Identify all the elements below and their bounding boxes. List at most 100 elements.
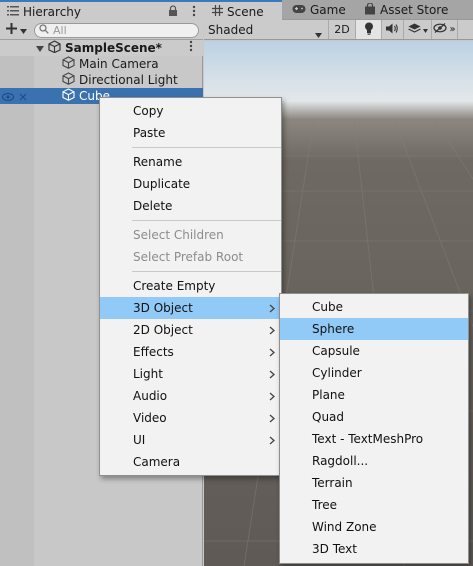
visibility-gutter bbox=[0, 40, 34, 566]
menu-label: Ragdoll... bbox=[312, 454, 369, 468]
menu-item-copy[interactable]: Copy bbox=[100, 100, 281, 122]
menu-label: Duplicate bbox=[133, 177, 191, 191]
lightbulb-icon bbox=[364, 22, 374, 38]
hierarchy-toolbar: All bbox=[0, 21, 203, 40]
list-icon bbox=[7, 5, 19, 19]
menu-item-select-prefab-root: Select Prefab Root bbox=[100, 246, 281, 268]
chevron-right-icon bbox=[269, 412, 275, 426]
submenu-item-terrain[interactable]: Terrain bbox=[280, 472, 468, 494]
menu-item-select-children: Select Children bbox=[100, 224, 281, 246]
scene-name: SampleScene* bbox=[65, 41, 162, 55]
menu-item-rename[interactable]: Rename bbox=[100, 151, 281, 173]
create-button[interactable] bbox=[0, 21, 34, 40]
shopping-bag-icon bbox=[364, 1, 376, 18]
menu-label: Camera bbox=[133, 455, 181, 469]
speaker-icon bbox=[386, 23, 399, 37]
chevron-right-icon bbox=[269, 346, 275, 360]
submenu-item-ragdoll[interactable]: Ragdoll... bbox=[280, 450, 468, 472]
menu-separator bbox=[100, 268, 281, 275]
chevron-right-icon bbox=[269, 390, 275, 404]
menu-label: Video bbox=[133, 411, 167, 425]
menu-label: Rename bbox=[133, 155, 183, 169]
plus-icon bbox=[6, 23, 17, 37]
menu-label: Delete bbox=[133, 199, 173, 213]
menu-label: UI bbox=[133, 433, 146, 447]
menu-label: Tree bbox=[312, 498, 338, 512]
menu-item-delete[interactable]: Delete bbox=[100, 195, 281, 217]
menu-item-video[interactable]: Video bbox=[100, 407, 281, 429]
menu-label: Audio bbox=[133, 389, 168, 403]
gameobject-cube-icon bbox=[62, 56, 75, 72]
menu-label: Effects bbox=[133, 345, 174, 359]
shading-mode-label: Shaded bbox=[208, 22, 254, 37]
dropdown-arrow-icon bbox=[20, 23, 27, 37]
hierarchy-item-main-camera[interactable]: Main Camera bbox=[0, 56, 203, 72]
submenu-item-capsule[interactable]: Capsule bbox=[280, 340, 468, 362]
hierarchy-item-directional-light[interactable]: Directional Light bbox=[0, 72, 203, 88]
submenu-item-cube[interactable]: Cube bbox=[280, 296, 468, 318]
menu-item-paste[interactable]: Paste bbox=[100, 122, 281, 144]
menu-label: Capsule bbox=[312, 344, 360, 358]
object-label: Main Camera bbox=[79, 57, 159, 71]
menu-item-effects[interactable]: Effects bbox=[100, 341, 281, 363]
search-placeholder: All bbox=[53, 23, 67, 37]
lighting-toggle-button[interactable] bbox=[356, 20, 382, 39]
submenu-item-sphere[interactable]: Sphere bbox=[280, 318, 468, 340]
object-label: Directional Light bbox=[79, 73, 178, 87]
tab-asset-store-label: Asset Store bbox=[380, 3, 449, 17]
tab-game-label: Game bbox=[310, 3, 346, 17]
hierarchy-tab-label: Hierarchy bbox=[23, 4, 82, 19]
tab-asset-store[interactable]: Asset Store bbox=[356, 0, 473, 20]
submenu-item-3d-text[interactable]: 3D Text bbox=[280, 538, 468, 560]
overflow-chevron-icon: » bbox=[449, 24, 456, 35]
submenu-item-plane[interactable]: Plane bbox=[280, 384, 468, 406]
menu-label: Plane bbox=[312, 388, 345, 402]
scene-kebab-icon[interactable] bbox=[189, 40, 193, 55]
submenu-item-quad[interactable]: Quad bbox=[280, 406, 468, 428]
submenu-item-textmeshpro[interactable]: Text - TextMeshPro bbox=[280, 428, 468, 450]
menu-item-create-empty[interactable]: Create Empty bbox=[100, 275, 281, 297]
submenu-item-cylinder[interactable]: Cylinder bbox=[280, 362, 468, 384]
menu-item-duplicate[interactable]: Duplicate bbox=[100, 173, 281, 195]
menu-label: Select Children bbox=[133, 228, 224, 242]
layers-icon bbox=[407, 23, 421, 37]
menu-item-ui[interactable]: UI bbox=[100, 429, 281, 451]
menu-separator bbox=[100, 144, 281, 151]
effects-toggle-button[interactable] bbox=[404, 20, 432, 39]
menu-item-2d-object[interactable]: 2D Object bbox=[100, 319, 281, 341]
eye-slash-icon bbox=[433, 23, 448, 36]
hidden-objects-toggle-button[interactable]: » bbox=[432, 20, 458, 39]
chevron-right-icon bbox=[269, 324, 275, 338]
shading-mode-dropdown[interactable]: Shaded bbox=[204, 20, 329, 39]
menu-item-light[interactable]: Light bbox=[100, 363, 281, 385]
toggle-2d-button[interactable]: 2D bbox=[329, 20, 356, 39]
tab-game[interactable]: Game bbox=[284, 0, 356, 20]
tab-scene[interactable]: Scene bbox=[204, 0, 282, 21]
menu-label: Light bbox=[133, 367, 163, 381]
menu-label: 3D Text bbox=[312, 542, 357, 556]
scene-row[interactable]: SampleScene* bbox=[0, 40, 203, 56]
submenu-item-wind-zone[interactable]: Wind Zone bbox=[280, 516, 468, 538]
menu-item-camera[interactable]: Camera bbox=[100, 451, 281, 473]
context-menu: Copy Paste Rename Duplicate Delete Selec… bbox=[99, 97, 282, 476]
visibility-eye-icon[interactable] bbox=[1, 91, 28, 105]
gameobject-cube-icon bbox=[62, 72, 75, 88]
tab-hierarchy[interactable]: Hierarchy bbox=[0, 0, 204, 21]
search-field[interactable]: All bbox=[34, 22, 199, 38]
expand-arrow-icon[interactable] bbox=[36, 41, 44, 55]
menu-separator bbox=[100, 217, 281, 224]
menu-label: Cube bbox=[312, 300, 343, 314]
unity-scene-icon bbox=[48, 40, 61, 56]
dropdown-arrow-icon bbox=[422, 23, 428, 36]
menu-label: Copy bbox=[133, 104, 164, 118]
menu-label: Text - TextMeshPro bbox=[312, 432, 424, 446]
menu-label: 3D Object bbox=[133, 301, 193, 315]
submenu-item-tree[interactable]: Tree bbox=[280, 494, 468, 516]
menu-item-3d-object[interactable]: 3D Object bbox=[100, 297, 281, 319]
kebab-menu-icon[interactable] bbox=[192, 5, 196, 20]
menu-item-audio[interactable]: Audio bbox=[100, 385, 281, 407]
lock-icon[interactable] bbox=[168, 5, 178, 20]
menu-label: Quad bbox=[312, 410, 345, 424]
menu-label: Wind Zone bbox=[312, 520, 377, 534]
audio-toggle-button[interactable] bbox=[382, 20, 404, 39]
